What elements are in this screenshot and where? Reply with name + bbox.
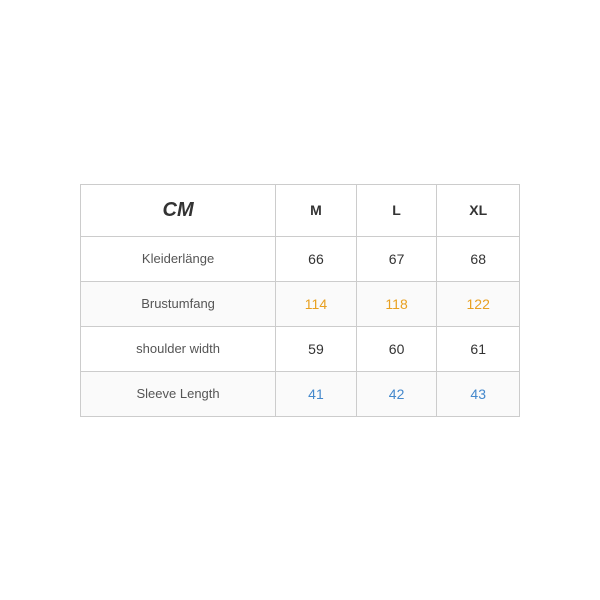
size-m-header: M <box>276 184 357 236</box>
table-cell: 61 <box>437 326 520 371</box>
table-cell: 114 <box>276 281 357 326</box>
table-cell: 41 <box>276 371 357 416</box>
table-cell: 67 <box>356 236 437 281</box>
table-row: Sleeve Length414243 <box>81 371 520 416</box>
table-cell: 68 <box>437 236 520 281</box>
table-cell: 43 <box>437 371 520 416</box>
size-table: CM M L XL Kleiderlänge666768Brustumfang1… <box>80 184 520 417</box>
unit-header: CM <box>81 184 276 236</box>
row-label: Brustumfang <box>81 281 276 326</box>
table-cell: 60 <box>356 326 437 371</box>
size-table-container: CM M L XL Kleiderlänge666768Brustumfang1… <box>80 184 520 417</box>
row-label: shoulder width <box>81 326 276 371</box>
row-label: Kleiderlänge <box>81 236 276 281</box>
table-cell: 122 <box>437 281 520 326</box>
table-cell: 59 <box>276 326 357 371</box>
table-cell: 42 <box>356 371 437 416</box>
size-xl-header: XL <box>437 184 520 236</box>
table-row: shoulder width596061 <box>81 326 520 371</box>
table-cell: 66 <box>276 236 357 281</box>
table-row: Kleiderlänge666768 <box>81 236 520 281</box>
table-cell: 118 <box>356 281 437 326</box>
row-label: Sleeve Length <box>81 371 276 416</box>
table-row: Brustumfang114118122 <box>81 281 520 326</box>
size-l-header: L <box>356 184 437 236</box>
